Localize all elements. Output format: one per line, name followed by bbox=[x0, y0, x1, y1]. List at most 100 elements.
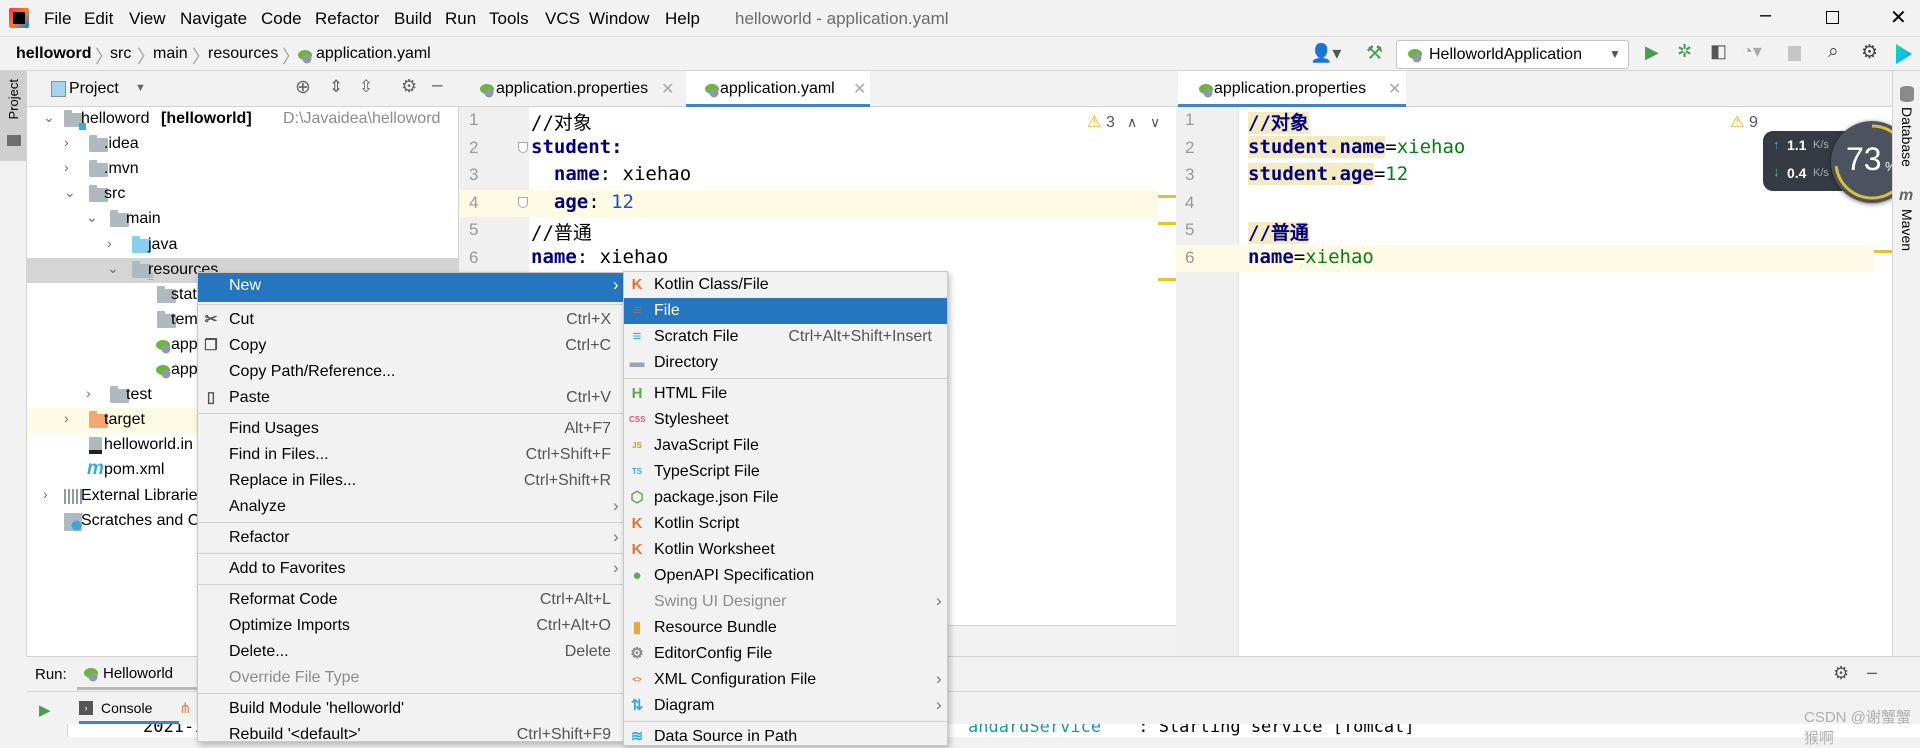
run-config-dropdown[interactable]: HelloworldApplication ▼ bbox=[1396, 40, 1629, 69]
menu-vcs[interactable]: VCS bbox=[545, 9, 580, 29]
tab-application-properties[interactable]: application.properties ✕ bbox=[469, 71, 675, 107]
menu-item-optimize-imports[interactable]: Optimize Imports Ctrl+Alt+O bbox=[198, 613, 623, 639]
code-line[interactable]: student.name=xiehao bbox=[1248, 135, 1465, 158]
menu-item-build-module-helloworld[interactable]: Build Module 'helloworld' bbox=[198, 696, 623, 722]
breadcrumb-resources[interactable]: resources bbox=[208, 45, 278, 63]
code-line[interactable]: name=xiehao bbox=[1248, 246, 1374, 268]
menu-item-analyze[interactable]: Analyze › bbox=[198, 494, 623, 520]
menu-item-copy[interactable]: ❐ Copy Ctrl+C bbox=[198, 333, 623, 359]
code-line[interactable]: //对象 bbox=[531, 108, 592, 135]
toolbox-logo-icon[interactable] bbox=[1896, 44, 1912, 64]
menu-run[interactable]: Run bbox=[445, 9, 476, 29]
settings-gear-icon[interactable]: ⚙ bbox=[401, 76, 417, 97]
menu-item-copy-path-reference[interactable]: Copy Path/Reference... bbox=[198, 359, 623, 385]
run-tab-helloworld[interactable]: Helloworld bbox=[77, 657, 197, 690]
tab-application-yaml[interactable]: application.yaml ✕ bbox=[686, 71, 870, 108]
menu-item-stylesheet[interactable]: CSS Stylesheet bbox=[624, 407, 947, 433]
console-tab[interactable]: › Console bbox=[79, 693, 179, 724]
collapse-all-icon[interactable]: ⇳ bbox=[359, 77, 373, 97]
close-button[interactable]: ✕ bbox=[1890, 5, 1907, 30]
database-tool-tab[interactable]: Database bbox=[1899, 107, 1915, 167]
warning-stripe-mark[interactable] bbox=[1158, 195, 1176, 198]
build-hammer-icon[interactable]: ⚒ bbox=[1366, 42, 1383, 65]
rerun-icon[interactable]: ▶ bbox=[39, 701, 51, 719]
debug-icon[interactable]: ✲ bbox=[1677, 41, 1692, 62]
tree-item-main[interactable]: ⌄ main bbox=[27, 207, 459, 232]
chevron-right-icon[interactable]: › bbox=[86, 385, 91, 401]
chevron-right-icon[interactable]: › bbox=[64, 410, 69, 426]
expand-all-icon[interactable]: ⇕ bbox=[329, 77, 343, 97]
settings-gear-icon[interactable]: ⚙ bbox=[1833, 663, 1849, 684]
coverage-icon[interactable]: ◧ bbox=[1710, 41, 1727, 62]
tree-item-helloword[interactable]: ⌄ helloword [helloworld] D:\Javaidea\hellow… bbox=[27, 107, 459, 132]
code-line[interactable]: //对象 bbox=[1248, 108, 1309, 135]
chevron-right-icon[interactable]: › bbox=[64, 134, 69, 150]
menu-item-find-in-files[interactable]: Find in Files... Ctrl+Shift+F bbox=[198, 442, 623, 468]
next-highlight-icon[interactable]: ∨ bbox=[1150, 114, 1160, 131]
code-line[interactable]: name: xiehao bbox=[531, 246, 668, 268]
menu-item-kotlin-class-file[interactable]: K Kotlin Class/File bbox=[624, 272, 947, 298]
tree-item-java[interactable]: › java bbox=[27, 233, 459, 258]
fold-marker-icon[interactable] bbox=[518, 196, 528, 208]
project-panel-title[interactable]: Project bbox=[69, 80, 119, 98]
menu-build[interactable]: Build bbox=[394, 9, 432, 29]
warning-stripe-mark[interactable] bbox=[1874, 250, 1892, 253]
menu-item-xml-configuration-file[interactable]: <> XML Configuration File › bbox=[624, 667, 947, 693]
menu-item-openapi-specification[interactable]: ● OpenAPI Specification bbox=[624, 563, 947, 589]
code-line[interactable]: name: xiehao bbox=[531, 163, 691, 185]
menu-item-file[interactable]: ≡ File bbox=[624, 298, 947, 324]
maven-tool-tab[interactable]: Maven bbox=[1899, 209, 1915, 251]
menu-item-typescript-file[interactable]: TS TypeScript File bbox=[624, 459, 947, 485]
stop-icon[interactable] bbox=[1788, 46, 1801, 61]
fold-marker-icon[interactable] bbox=[518, 141, 528, 153]
menu-item-reformat-code[interactable]: Reformat Code Ctrl+Alt+L bbox=[198, 587, 623, 613]
menu-item-replace-in-files[interactable]: Replace in Files... Ctrl+Shift+R bbox=[198, 468, 623, 494]
user-icon[interactable]: 👤▾ bbox=[1310, 43, 1341, 64]
menu-refactor[interactable]: Refactor bbox=[315, 9, 379, 29]
view-dropdown-icon[interactable]: ▼ bbox=[135, 82, 146, 94]
code-line[interactable]: student: bbox=[531, 136, 623, 158]
close-tab-icon[interactable]: ✕ bbox=[853, 79, 866, 99]
menu-code[interactable]: Code bbox=[261, 9, 302, 29]
menu-item-find-usages[interactable]: Find Usages Alt+F7 bbox=[198, 416, 623, 442]
code-line[interactable]: age: 12 bbox=[531, 191, 634, 213]
menu-item-package-json-file[interactable]: ⬡ package.json File bbox=[624, 485, 947, 511]
database-icon[interactable] bbox=[1900, 86, 1914, 102]
hide-panel-icon[interactable]: – bbox=[1867, 662, 1877, 683]
menu-item-editorconfig-file[interactable]: ⚙ EditorConfig File bbox=[624, 641, 947, 667]
breadcrumb-project[interactable]: helloword bbox=[16, 45, 92, 63]
menu-item-kotlin-script[interactable]: K Kotlin Script bbox=[624, 511, 947, 537]
breadcrumb-main[interactable]: main bbox=[153, 45, 188, 63]
menu-help[interactable]: Help bbox=[665, 9, 700, 29]
warning-stripe-mark[interactable] bbox=[1158, 278, 1176, 281]
chevron-right-icon[interactable]: › bbox=[107, 235, 112, 251]
breadcrumb-file[interactable]: application.yaml bbox=[316, 45, 431, 63]
chevron-down-icon[interactable]: ⌄ bbox=[107, 260, 119, 277]
menu-file[interactable]: File bbox=[44, 9, 71, 29]
warning-icon[interactable]: ⚠ bbox=[1730, 112, 1744, 132]
profile-icon[interactable]: ◔▾ bbox=[1742, 41, 1762, 62]
hide-panel-icon[interactable]: – bbox=[432, 75, 443, 97]
restore-button[interactable] bbox=[1826, 11, 1839, 24]
warning-stripe-mark[interactable] bbox=[1158, 222, 1176, 225]
warning-icon[interactable]: ⚠ bbox=[1087, 112, 1101, 132]
run-icon[interactable]: ▶ bbox=[1645, 42, 1659, 63]
code-line[interactable]: student.age=12 bbox=[1248, 163, 1408, 186]
breadcrumb-src[interactable]: src bbox=[110, 45, 131, 63]
menu-item-paste[interactable]: ▯ Paste Ctrl+V bbox=[198, 385, 623, 411]
tree-item-mvn[interactable]: › .mvn bbox=[27, 157, 459, 182]
menu-item-html-file[interactable]: H HTML File bbox=[624, 381, 947, 407]
locate-file-icon[interactable]: ⊕ bbox=[295, 76, 311, 99]
close-tab-icon[interactable]: ✕ bbox=[1388, 79, 1401, 99]
menu-item-cut[interactable]: ✂ Cut Ctrl+X bbox=[198, 307, 623, 333]
code-line[interactable]: //普通 bbox=[1248, 218, 1309, 245]
menu-item-directory[interactable]: ▬ Directory bbox=[624, 350, 947, 376]
menu-item-refactor[interactable]: Refactor › bbox=[198, 525, 623, 551]
menu-item-rebuild-default[interactable]: Rebuild '<default>' Ctrl+Shift+F9 bbox=[198, 722, 623, 741]
menu-edit[interactable]: Edit bbox=[84, 9, 113, 29]
chevron-down-icon[interactable]: ⌄ bbox=[86, 209, 98, 226]
menu-navigate[interactable]: Navigate bbox=[180, 9, 247, 29]
menu-item-diagram[interactable]: ⇅ Diagram › bbox=[624, 693, 947, 719]
previous-highlight-icon[interactable]: ∧ bbox=[1127, 114, 1137, 131]
tree-item-src[interactable]: ⌄ src bbox=[27, 182, 459, 207]
